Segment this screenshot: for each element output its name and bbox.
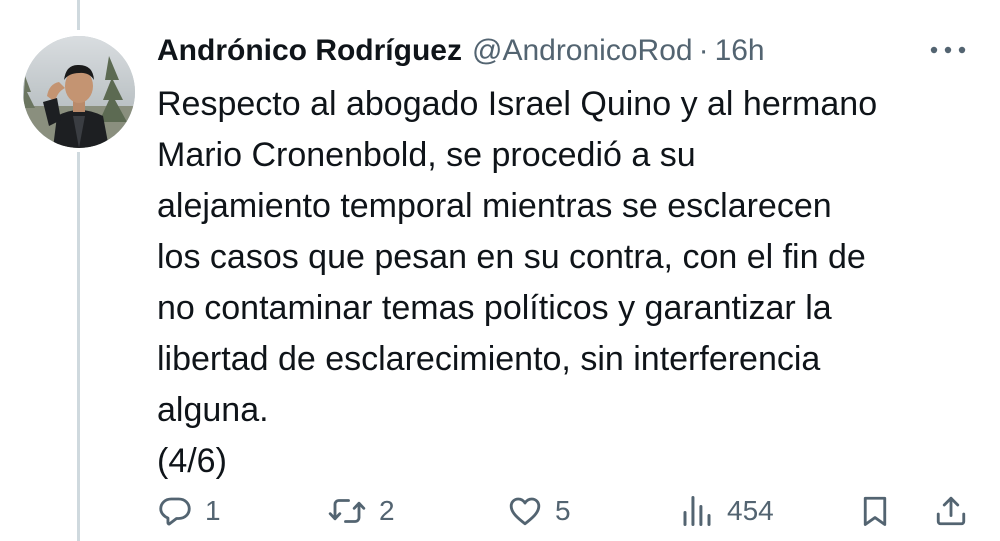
header-separator: ·	[698, 34, 709, 67]
views-button[interactable]: 454	[679, 486, 774, 536]
retweet-button[interactable]: 2	[327, 486, 395, 536]
thread-line-bottom	[77, 152, 80, 541]
author-handle[interactable]: @AndronicoRod	[472, 34, 693, 68]
avatar[interactable]	[23, 36, 135, 148]
more-dots-icon	[930, 46, 966, 54]
thread-line-top	[77, 0, 80, 30]
reply-bubble-icon	[159, 497, 191, 526]
bookmark-button[interactable]	[857, 486, 893, 536]
more-button[interactable]	[924, 34, 972, 66]
reply-count: 1	[205, 495, 221, 526]
tweet-actions: 1 2 5 454	[157, 486, 977, 536]
like-button[interactable]: 5	[507, 486, 571, 536]
views-count: 454	[727, 495, 774, 526]
avatar-photo	[23, 36, 135, 148]
like-count: 5	[555, 495, 571, 526]
bar-chart-icon	[683, 496, 711, 526]
tweet-timestamp[interactable]: 16h	[715, 34, 765, 68]
bookmark-icon	[863, 496, 887, 526]
author-display-name[interactable]: Andrónico Rodríguez	[157, 34, 462, 68]
share-upload-icon	[936, 496, 966, 526]
retweet-count: 2	[379, 495, 395, 526]
retweet-arrows-icon	[328, 499, 366, 523]
heart-icon	[509, 497, 541, 526]
tweet-header: Andrónico Rodríguez @AndronicoRod · 16h	[157, 30, 765, 72]
reply-button[interactable]: 1	[157, 486, 221, 536]
share-button[interactable]	[933, 486, 969, 536]
tweet-text: Respecto al abogado Israel Quino y al he…	[157, 85, 878, 480]
